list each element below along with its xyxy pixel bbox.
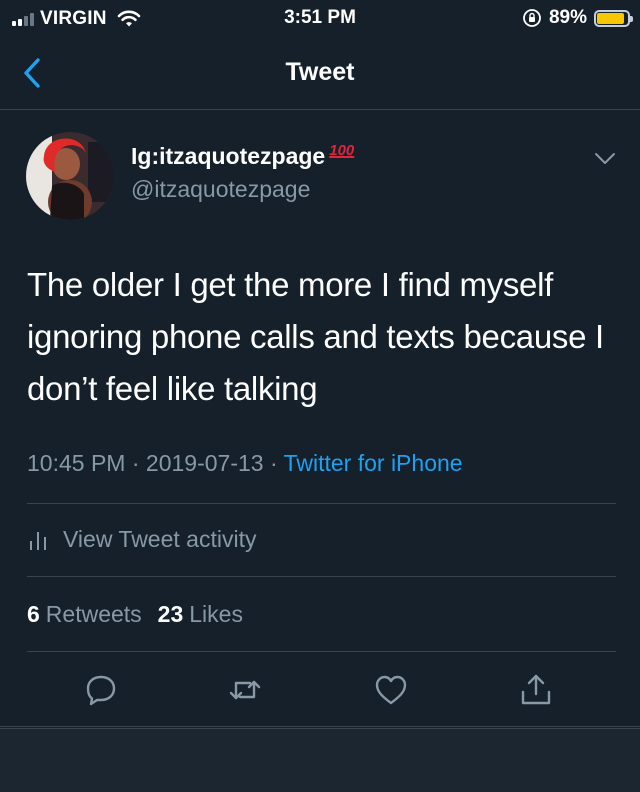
tweet-meta: 10:45 PM · 2019-07-13 · Twitter for iPho… — [27, 450, 463, 477]
divider — [27, 503, 616, 504]
tweet-actions — [0, 672, 640, 708]
author-handle[interactable]: @itzaquotezpage — [131, 176, 310, 203]
share-icon[interactable] — [518, 672, 554, 708]
battery-percent: 89% — [548, 7, 587, 28]
retweet-icon[interactable] — [227, 672, 263, 708]
reply-icon[interactable] — [83, 672, 119, 708]
view-activity-label: View Tweet activity — [63, 526, 257, 552]
navigation-bar: Tweet — [0, 36, 640, 110]
meta-separator: · — [125, 450, 146, 476]
chevron-down-icon[interactable] — [594, 152, 616, 166]
tweet-source-link[interactable]: Twitter for iPhone — [284, 450, 463, 476]
retweets-stat[interactable]: 6 Retweets — [27, 601, 142, 628]
tweet-text: The older I get the more I find myself i… — [27, 266, 604, 407]
view-activity-button[interactable]: View Tweet activity — [27, 526, 256, 553]
tweet-date: 2019-07-13 — [145, 450, 264, 476]
divider — [27, 651, 616, 652]
page-title: Tweet — [285, 58, 355, 86]
rotation-lock-icon — [523, 9, 541, 27]
divider — [27, 576, 616, 577]
author-name[interactable]: Ig:itzaquotezpage 100 — [131, 142, 355, 170]
meta-separator: · — [263, 450, 284, 476]
author-display-name: Ig:itzaquotezpage — [131, 143, 326, 169]
retweets-label: Retweets — [45, 601, 142, 627]
like-icon[interactable] — [373, 672, 409, 708]
status-bar: VIRGIN 3:51 PM 89% — [0, 0, 640, 36]
battery-icon — [594, 9, 633, 27]
battery-level-fill — [597, 12, 624, 24]
avatar[interactable] — [26, 132, 114, 220]
hundred-points-emoji: 100 — [329, 142, 355, 159]
likes-label: Likes — [189, 601, 243, 627]
likes-stat[interactable]: 23 Likes — [158, 601, 243, 628]
likes-count: 23 — [157, 601, 184, 627]
retweets-count: 6 — [27, 601, 40, 627]
tweet-time: 10:45 PM — [27, 450, 126, 476]
divider — [0, 726, 640, 727]
bar-chart-icon — [30, 531, 46, 550]
tweet-stats: 6 Retweets 23 Likes — [27, 601, 243, 628]
bottom-bar — [0, 728, 640, 792]
